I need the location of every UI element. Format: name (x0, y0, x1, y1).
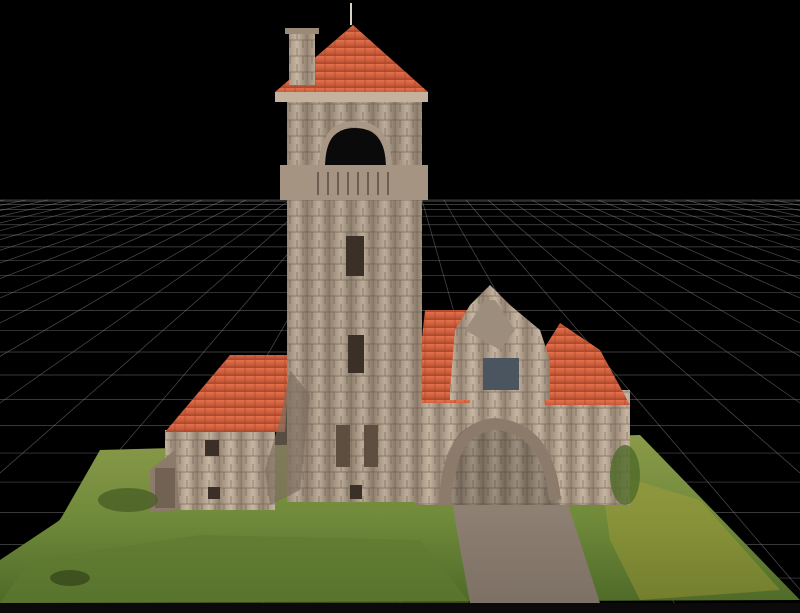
3d-viewport[interactable] (0, 0, 800, 613)
grid-line-radial (751, 199, 800, 211)
tower-roof (275, 3, 428, 102)
tower (265, 92, 428, 505)
gatehouse-right-wing (415, 285, 630, 506)
scene-canvas[interactable] (0, 0, 800, 613)
viewer-bottom-edge (0, 603, 800, 613)
